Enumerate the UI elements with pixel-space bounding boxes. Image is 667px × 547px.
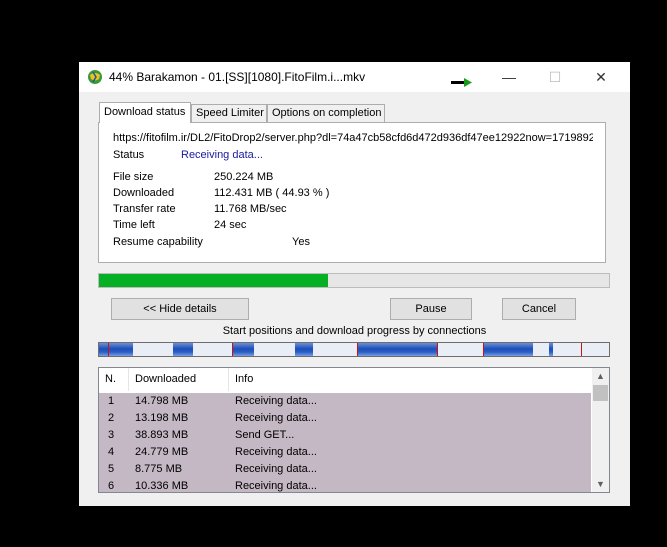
cell-info: Receiving data...: [235, 480, 317, 492]
idm-globe-icon: [88, 70, 102, 84]
connections-progress-bar: [98, 342, 610, 357]
resume-capability-label: Resume capability: [113, 236, 203, 248]
title-bar[interactable]: 44% Barakamon - 01.[SS][1080].FitoFilm.i…: [79, 62, 630, 92]
cell-number: 2: [108, 412, 115, 424]
table-header: N. Downloaded Info: [99, 368, 589, 391]
minimize-button[interactable]: —: [486, 62, 532, 92]
connection-start-marker: [357, 343, 358, 356]
pause-button[interactable]: Pause: [390, 298, 472, 320]
connection-start-marker: [108, 343, 109, 356]
time-left-label: Time left: [113, 219, 155, 231]
scroll-thumb[interactable]: [593, 385, 608, 401]
scroll-down-icon[interactable]: ▼: [592, 476, 609, 492]
downloaded-value: 112.431 MB ( 44.93 % ): [214, 187, 330, 199]
connection-segment: [483, 343, 533, 356]
cell-info: Receiving data...: [235, 446, 317, 458]
cell-number: 1: [108, 395, 115, 407]
download-status-panel: https://fitofilm.ir/DL2/FitoDrop2/server…: [98, 122, 606, 263]
window-title: 44% Barakamon - 01.[SS][1080].FitoFilm.i…: [109, 70, 366, 84]
downloaded-label: Downloaded: [113, 187, 175, 199]
status-label: Status: [113, 149, 145, 161]
connection-start-marker: [232, 343, 233, 356]
hide-details-button[interactable]: << Hide details: [111, 298, 249, 320]
table-row[interactable]: 1 14.798 MB Receiving data...: [99, 393, 591, 410]
green-arrow-icon: [451, 78, 472, 87]
table-body: 1 14.798 MB Receiving data... 2 13.198 MB Rec…: [99, 393, 591, 492]
table-row[interactable]: 5 8.775 MB Receiving data...: [99, 461, 591, 478]
file-size-label: File size: [113, 171, 154, 183]
maximize-button[interactable]: ☐: [532, 62, 578, 92]
progress-fill: [99, 274, 329, 287]
column-header-number[interactable]: N.: [99, 368, 129, 391]
connection-segment: [549, 343, 553, 356]
table-row[interactable]: 6 10.336 MB Receiving data...: [99, 478, 591, 492]
vertical-scrollbar[interactable]: ▲ ▼: [592, 368, 609, 492]
table-row[interactable]: 2 13.198 MB Receiving data...: [99, 410, 591, 427]
cell-info: Send GET...: [235, 429, 295, 441]
tab-download-status[interactable]: Download status: [99, 102, 191, 123]
connection-segment: [232, 343, 254, 356]
connection-start-marker: [437, 343, 438, 356]
cell-info: Receiving data...: [235, 412, 317, 424]
cell-downloaded: 38.893 MB: [135, 429, 189, 441]
column-header-info[interactable]: Info: [229, 368, 589, 391]
connection-segment: [99, 343, 133, 356]
download-dialog: 44% Barakamon - 01.[SS][1080].FitoFilm.i…: [79, 62, 630, 506]
resume-capability-value: Yes: [292, 236, 310, 248]
table-row[interactable]: 4 24.779 MB Receiving data...: [99, 444, 591, 461]
connections-caption: Start positions and download progress by…: [222, 325, 487, 337]
connection-start-marker: [581, 343, 582, 356]
connection-segment: [173, 343, 193, 356]
cell-downloaded: 10.336 MB: [135, 480, 189, 492]
time-left-value: 24 sec: [214, 219, 247, 231]
cell-downloaded: 24.779 MB: [135, 446, 189, 458]
connection-segment: [357, 343, 437, 356]
close-button[interactable]: ✕: [578, 62, 624, 92]
cell-number: 5: [108, 463, 115, 475]
transfer-rate-value: 11.768 MB/sec: [214, 203, 287, 215]
cancel-button[interactable]: Cancel: [502, 298, 576, 320]
cell-number: 6: [108, 480, 115, 492]
cell-downloaded: 14.798 MB: [135, 395, 189, 407]
download-progress-bar: [98, 273, 610, 288]
connection-segment: [295, 343, 313, 356]
cell-downloaded: 8.775 MB: [135, 463, 183, 475]
table-row[interactable]: 3 38.893 MB Send GET...: [99, 427, 591, 444]
cell-info: Receiving data...: [235, 395, 317, 407]
tab-speed-limiter[interactable]: Speed Limiter: [191, 104, 267, 122]
transfer-rate-label: Transfer rate: [113, 203, 176, 215]
column-header-downloaded[interactable]: Downloaded: [129, 368, 229, 391]
file-size-value: 250.224 MB: [214, 171, 274, 183]
cell-number: 4: [108, 446, 115, 458]
cell-downloaded: 13.198 MB: [135, 412, 189, 424]
connections-table: N. Downloaded Info 1 14.798 MB Receiving d…: [98, 367, 610, 493]
cell-info: Receiving data...: [235, 463, 317, 475]
status-value: Receiving data...: [181, 149, 263, 161]
cell-number: 3: [108, 429, 115, 441]
download-url: https://fitofilm.ir/DL2/FitoDrop2/server…: [113, 132, 593, 144]
tab-options-on-completion[interactable]: Options on completion: [267, 104, 385, 122]
connection-start-marker: [483, 343, 484, 356]
scroll-up-icon[interactable]: ▲: [592, 368, 609, 384]
